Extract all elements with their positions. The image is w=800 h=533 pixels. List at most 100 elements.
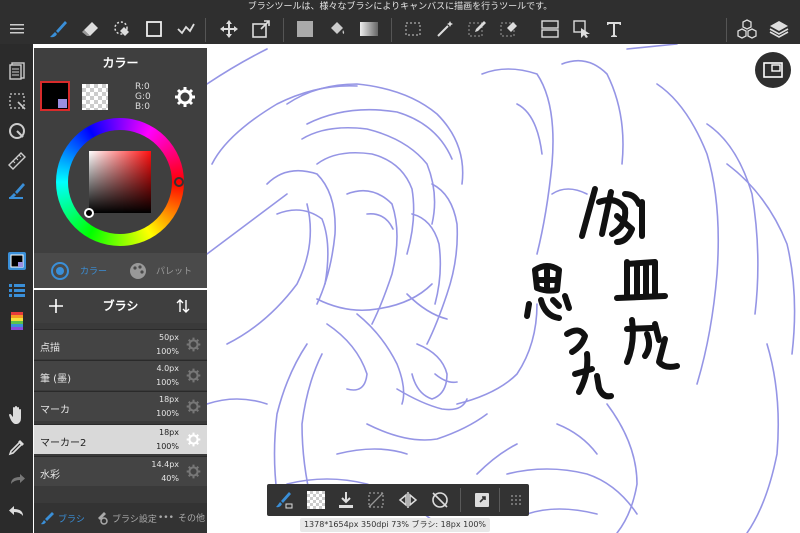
- palette-quick-icon[interactable]: [4, 308, 29, 333]
- saturation-square[interactable]: [89, 151, 151, 213]
- brush-settings-gear-icon[interactable]: [186, 399, 201, 414]
- brush-item-size: 18px: [159, 395, 179, 404]
- brush-item-opacity: 100%: [156, 442, 179, 451]
- page-manager-icon[interactable]: [4, 58, 29, 83]
- brush-item[interactable]: マーカ 18px 100%: [34, 391, 207, 421]
- color-panel: カラー R:0 G:0 B:0 カラー パレット: [34, 48, 207, 288]
- snap-icon[interactable]: [4, 118, 29, 143]
- tab-brush-settings-label: ブラシ設定: [112, 514, 157, 525]
- brush-settings-gear-icon[interactable]: [186, 464, 201, 479]
- bar-grip-icon[interactable]: [503, 487, 529, 513]
- brush-item-opacity: 100%: [156, 378, 179, 387]
- brush-settings-gear-icon[interactable]: [186, 432, 201, 447]
- undo-icon[interactable]: [4, 498, 29, 523]
- eraser-tool-icon[interactable]: [77, 17, 103, 41]
- brush-item-name: 点描: [40, 343, 60, 354]
- gradient-tool-icon[interactable]: [356, 17, 382, 41]
- brush-item-name: マーカー2: [40, 438, 87, 449]
- transparent-color-swatch[interactable]: [82, 84, 108, 110]
- bucket-tool-icon[interactable]: [324, 17, 350, 41]
- ruler-icon[interactable]: [4, 148, 29, 173]
- tab-other-label: その他: [177, 514, 205, 524]
- fill-rect-tool-icon[interactable]: [292, 17, 318, 41]
- brush-item-size: 14.4px: [151, 460, 179, 469]
- brush-tab-icon: [41, 512, 54, 525]
- sketch-artwork: [207, 44, 796, 533]
- move-tool-icon[interactable]: [216, 17, 242, 41]
- toolbar-divider: [205, 18, 206, 42]
- eyedropper-icon[interactable]: [4, 434, 29, 459]
- left-toolbar: [0, 44, 33, 533]
- brush-quick-icon[interactable]: [4, 178, 29, 203]
- secondary-color-chip: [58, 99, 67, 108]
- flip-horizontal-icon[interactable]: [395, 487, 421, 513]
- materials-icon[interactable]: [734, 17, 760, 41]
- brush-item[interactable]: 筆 (墨) 4.0px 100%: [34, 360, 207, 390]
- brush-settings-gear-icon[interactable]: [186, 337, 201, 352]
- b-value: B:0: [135, 102, 150, 112]
- hand-tool-icon[interactable]: [4, 402, 29, 427]
- tab-brush-settings[interactable]: ブラシ設定: [94, 511, 157, 525]
- brush-tool-icon[interactable]: [45, 17, 71, 41]
- tab-palette-label: パレット: [156, 267, 193, 277]
- quick-action-bar: [267, 484, 529, 516]
- selection-layer-icon[interactable]: [4, 88, 29, 113]
- brush-item-name: マーカ: [40, 405, 70, 416]
- select-eraser-icon[interactable]: [496, 17, 522, 41]
- text-tool-icon[interactable]: [601, 17, 627, 41]
- color-panel-title: カラー: [102, 56, 139, 70]
- r-value: R:0: [135, 82, 150, 92]
- brush-item-opacity: 100%: [156, 347, 179, 356]
- toolbar-divider: [391, 18, 392, 42]
- brush-item-size: 50px: [159, 333, 179, 342]
- menu-icon[interactable]: [4, 17, 30, 41]
- canvas-status-bar: 1378*1654px 350dpi 73% ブラシ: 18px 100%: [300, 518, 490, 532]
- brush-item-selected[interactable]: マーカー2 18px 100%: [34, 424, 207, 454]
- brush-quick-switch-icon[interactable]: [271, 487, 297, 513]
- navigator-button[interactable]: [755, 52, 791, 88]
- select-rect-icon[interactable]: [400, 17, 426, 41]
- brush-item-size: 18px: [159, 428, 179, 437]
- color-tab-icon: [51, 261, 69, 280]
- brush-settings-gear-icon[interactable]: [186, 368, 201, 383]
- tab-other[interactable]: ••• その他: [158, 511, 205, 525]
- tool-tip-text: ブラシツールは、様々なブラシによりキャンバスに描画を行うツールです。: [247, 2, 553, 12]
- magic-wand-icon[interactable]: [432, 17, 458, 41]
- hue-handle[interactable]: [174, 177, 184, 187]
- transparent-color-toggle-icon[interactable]: [303, 487, 329, 513]
- brush-list-icon[interactable]: [4, 278, 29, 303]
- redo-icon[interactable]: [4, 466, 29, 491]
- brush-item-opacity: 100%: [156, 409, 179, 418]
- lasso-eraser-icon[interactable]: [109, 17, 135, 41]
- layers-icon[interactable]: [766, 17, 792, 41]
- drawing-canvas[interactable]: [207, 44, 800, 533]
- shape-tool-icon[interactable]: [141, 17, 167, 41]
- brush-item-name: 筆 (墨): [40, 374, 71, 385]
- color-wheel[interactable]: [56, 118, 184, 246]
- color-panel-tabs: カラー パレット: [34, 253, 207, 288]
- brush-item[interactable]: 水彩 14.4px 40%: [34, 456, 207, 486]
- color-quick-icon[interactable]: [4, 248, 29, 273]
- main-color-swatch[interactable]: [40, 81, 70, 111]
- tab-color[interactable]: カラー: [50, 253, 107, 288]
- top-toolbar: ブラシツールは、様々なブラシによりキャンバスに描画を行うツールです。: [0, 0, 800, 44]
- frame-divide-icon[interactable]: [537, 17, 563, 41]
- select-pen-icon[interactable]: [464, 17, 490, 41]
- sv-handle[interactable]: [84, 208, 94, 218]
- deselect-icon[interactable]: [363, 487, 389, 513]
- color-settings-gear-icon[interactable]: [174, 86, 196, 108]
- tab-brush[interactable]: ブラシ: [40, 511, 85, 525]
- fit-view-icon[interactable]: [469, 487, 495, 513]
- brush-settings-tab-icon: [98, 512, 108, 525]
- curve-tool-icon[interactable]: [173, 17, 199, 41]
- save-download-icon[interactable]: [333, 487, 359, 513]
- brush-item[interactable]: 点描 50px 100%: [34, 329, 207, 359]
- sort-brush-icon[interactable]: [175, 298, 191, 314]
- toolbar-divider: [283, 18, 284, 42]
- operation-tool-icon[interactable]: [569, 17, 595, 41]
- brush-panel-tabs: ブラシ ブラシ設定 ••• その他: [34, 503, 207, 533]
- tab-palette[interactable]: パレット: [128, 253, 192, 288]
- transform-tool-icon[interactable]: [248, 17, 274, 41]
- rgb-readout: R:0 G:0 B:0: [135, 82, 151, 112]
- rotate-reset-icon[interactable]: [427, 487, 453, 513]
